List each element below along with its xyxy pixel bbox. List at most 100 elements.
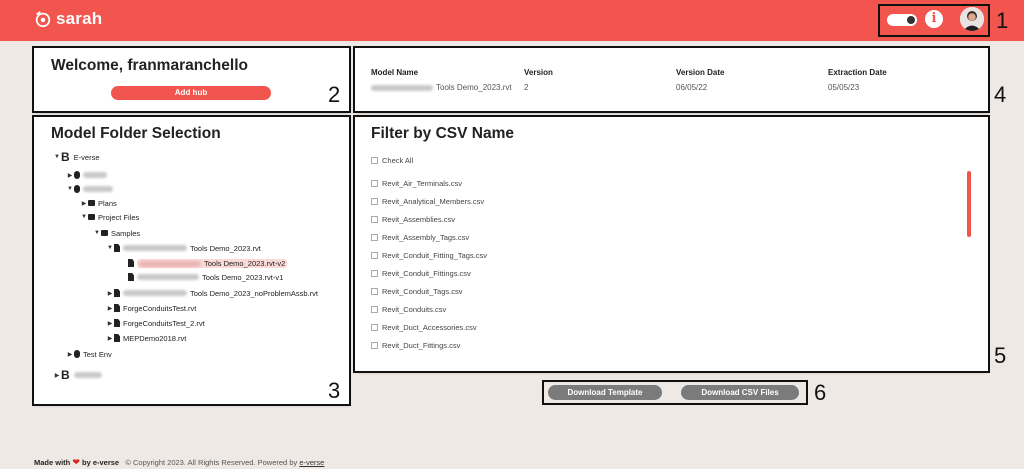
tree-node-plans[interactable]: ▶ Plans xyxy=(80,198,117,208)
footer-by: by e-verse xyxy=(82,458,120,467)
tree-node-version-v2-selected[interactable]: Tools Demo_2023.rvt-v2 xyxy=(128,258,288,268)
tree-node-label: Test Env xyxy=(83,349,112,359)
tree-node-project-2[interactable]: ▼ xyxy=(66,184,116,194)
file-icon xyxy=(128,273,134,281)
tree-node-label: E-verse xyxy=(73,152,100,162)
tree-node-label: ForgeConduitsTest_2.rvt xyxy=(123,318,205,328)
file-icon xyxy=(114,289,120,297)
csv-item-label: Revit_Conduits.csv xyxy=(382,304,447,314)
checkbox[interactable] xyxy=(371,251,378,259)
redacted-prefix xyxy=(139,260,201,267)
add-hub-button[interactable]: Add hub xyxy=(111,86,271,100)
check-all-label: Check All xyxy=(382,155,414,165)
version-date-header: Version Date xyxy=(676,68,725,77)
expand-arrow-icon: ▶ xyxy=(107,305,113,312)
tree-node-test-env[interactable]: ▶ Test Env xyxy=(66,349,112,359)
redacted-prefix xyxy=(123,245,187,251)
tree-node-project-files[interactable]: ▼ Project Files xyxy=(80,212,139,222)
download-csv-button[interactable]: Download CSV Files xyxy=(681,385,799,400)
brand[interactable]: sarah xyxy=(34,9,102,29)
expand-arrow-icon: ▼ xyxy=(54,154,60,160)
callout-number-1: 1 xyxy=(996,8,1009,33)
folder-icon xyxy=(88,214,95,220)
checkbox[interactable] xyxy=(371,269,378,277)
checkbox[interactable] xyxy=(371,197,378,205)
csv-item[interactable]: Revit_Conduit_Tags.csv xyxy=(371,286,462,296)
extraction-date-header: Extraction Date xyxy=(828,68,887,77)
collapse-arrow-icon: ▼ xyxy=(67,186,73,192)
callout-box-4 xyxy=(353,46,990,113)
model-name-value: Tools Demo_2023.rvt xyxy=(371,83,512,92)
csv-list-scrollbar[interactable] xyxy=(967,171,971,237)
tree-node-label: Tools Demo_2023.rvt-v1 xyxy=(202,272,284,282)
file-icon xyxy=(114,304,120,312)
hub-icon: B xyxy=(61,150,70,164)
download-template-button[interactable]: Download Template xyxy=(548,385,662,400)
collapse-arrow-icon: ▼ xyxy=(94,230,100,236)
tree-node-project-1[interactable]: ▶ xyxy=(66,170,110,180)
expand-arrow-icon: ▶ xyxy=(107,335,113,342)
checkbox[interactable] xyxy=(371,341,378,349)
checkbox[interactable] xyxy=(371,323,378,331)
checkbox[interactable] xyxy=(371,215,378,223)
tree-node-file-forge[interactable]: ▶ ForgeConduitsTest.rvt xyxy=(106,303,197,313)
checkbox[interactable] xyxy=(371,233,378,241)
file-icon xyxy=(114,334,120,342)
redacted-label xyxy=(83,186,113,192)
csv-item-label: Revit_Assemblies.csv xyxy=(382,214,455,224)
tree-node-label: Tools Demo_2023.rvt-v2 xyxy=(204,258,286,268)
csv-item[interactable]: Revit_Analytical_Members.csv xyxy=(371,196,484,206)
tree-node-label: Tools Demo_2023.rvt xyxy=(190,243,261,253)
extraction-date-value: 05/05/23 xyxy=(828,83,860,92)
callout-number-3: 3 xyxy=(328,378,341,403)
tree-node-file-tools-demo[interactable]: ▼ Tools Demo_2023.rvt xyxy=(106,243,261,253)
callout-number-5: 5 xyxy=(994,343,1007,368)
checkbox[interactable] xyxy=(371,287,378,295)
csv-item[interactable]: Revit_Conduits.csv xyxy=(371,304,446,314)
csv-item-label: Revit_Conduit_Fitting_Tags.csv xyxy=(382,250,488,260)
csv-item-label: Revit_Assembly_Tags.csv xyxy=(382,232,470,242)
tree-node-label: Project Files xyxy=(98,212,140,222)
footer-made-with: Made with xyxy=(34,458,71,467)
csv-item-label: Revit_Duct_Fittings.csv xyxy=(382,340,461,350)
csv-item[interactable]: Revit_Conduit_Fittings.csv xyxy=(371,268,471,278)
model-name-text: Tools Demo_2023.rvt xyxy=(436,83,512,92)
csv-panel-title: Filter by CSV Name xyxy=(371,125,514,142)
checkbox[interactable] xyxy=(371,156,378,164)
footer-copyright: © Copyright 2023. All Rights Reserved. P… xyxy=(125,458,298,467)
csv-item[interactable]: Revit_Conduit_Fitting_Tags.csv xyxy=(371,250,487,260)
checkbox[interactable] xyxy=(371,305,378,313)
check-all-option[interactable]: Check All xyxy=(371,155,413,165)
tree-node-file-noproblem[interactable]: ▶ Tools Demo_2023_noProblemAssb.rvt xyxy=(106,288,318,298)
tree-node-hub-2[interactable]: ▶ B xyxy=(53,368,105,382)
csv-item-label: Revit_Analytical_Members.csv xyxy=(382,196,485,206)
csv-list[interactable]: Revit_Air_Terminals.csv Revit_Analytical… xyxy=(355,170,988,362)
csv-item-label: Revit_Air_Terminals.csv xyxy=(382,178,463,188)
tree-node-samples[interactable]: ▼ Samples xyxy=(93,228,140,238)
sarah-logo-icon xyxy=(35,11,51,28)
csv-item[interactable]: Revit_Air_Terminals.csv xyxy=(371,178,462,188)
tree-node-file-mep[interactable]: ▶ MEPDemo2018.rvt xyxy=(106,333,187,343)
folder-icon xyxy=(101,230,108,236)
footer-everse-link[interactable]: e-verse xyxy=(299,458,324,467)
redacted-prefix xyxy=(371,84,433,91)
redacted-prefix xyxy=(137,274,199,280)
tree-node-version-v1[interactable]: Tools Demo_2023.rvt-v1 xyxy=(128,272,283,282)
csv-item[interactable]: Revit_Assembly_Tags.csv xyxy=(371,232,469,242)
tree-node-label: Plans xyxy=(98,198,117,208)
folder-panel-title: Model Folder Selection xyxy=(51,125,221,142)
tree-node-file-forge-2[interactable]: ▶ ForgeConduitsTest_2.rvt xyxy=(106,318,205,328)
csv-item[interactable]: Revit_Assemblies.csv xyxy=(371,214,455,224)
csv-item[interactable]: Revit_Duct_Accessories.csv xyxy=(371,322,477,332)
expand-arrow-icon: ▶ xyxy=(107,290,113,297)
expand-arrow-icon: ▶ xyxy=(107,320,113,327)
csv-item[interactable]: Revit_Duct_Fittings.csv xyxy=(371,340,460,350)
callout-box-1 xyxy=(878,4,990,37)
redacted-prefix xyxy=(123,290,187,296)
version-date-value: 06/05/22 xyxy=(676,83,708,92)
tree-node-label: Samples xyxy=(111,228,141,238)
file-icon xyxy=(114,319,120,327)
csv-item-label: Revit_Duct_Accessories.csv xyxy=(382,322,477,332)
tree-node-hub-everse[interactable]: ▼ B E-verse xyxy=(53,150,100,164)
checkbox[interactable] xyxy=(371,179,378,187)
